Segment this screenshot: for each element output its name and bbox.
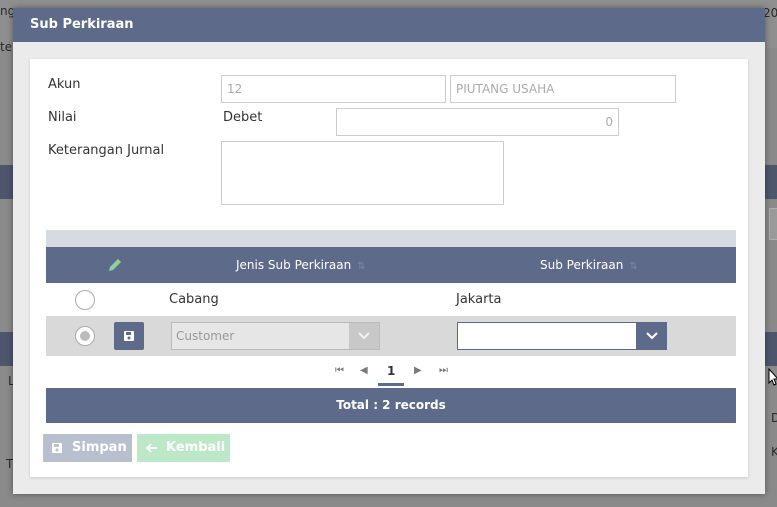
chevron-down-icon	[646, 332, 658, 340]
pencil-icon	[109, 259, 121, 271]
grid-header: Jenis Sub Perkiraan ⇅ Sub Perkiraan ⇅	[46, 247, 736, 283]
column-header-label: Sub Perkiraan	[540, 258, 624, 272]
sub-perkiraan-modal: Sub Perkiraan Akun 12 PIUTANG USAHA Nila…	[13, 8, 765, 494]
floppy-disk-icon	[124, 331, 134, 341]
kembali-button[interactable]: Kembali	[137, 434, 230, 462]
akun-name-field[interactable]: PIUTANG USAHA	[450, 75, 676, 103]
dropdown-toggle[interactable]	[349, 323, 379, 349]
page-number[interactable]: 1	[387, 364, 395, 378]
cell-jenis-sub-perkiraan: Cabang	[169, 292, 219, 307]
grid-total: Total : 2 records	[46, 388, 736, 423]
row-select-radio[interactable]	[75, 326, 95, 346]
nilai-type-label: Debet	[223, 110, 263, 125]
row-select-radio[interactable]	[75, 290, 95, 310]
column-header-jenis-sub-perkiraan[interactable]: Jenis Sub Perkiraan ⇅	[236, 247, 366, 285]
sub-perkiraan-dropdown-toggle[interactable]	[637, 322, 667, 350]
table-row-editing[interactable]: Customer	[46, 316, 736, 356]
current-page-indicator	[378, 383, 404, 386]
next-page-icon[interactable]: ▶	[414, 365, 422, 376]
cell-sub-perkiraan: Jakarta	[456, 292, 502, 307]
table-row[interactable]: Cabang Jakarta	[46, 285, 736, 315]
kembali-label: Kembali	[166, 440, 226, 455]
sort-icon: ⇅	[357, 261, 366, 272]
prev-page-icon[interactable]: ◀	[360, 365, 368, 376]
background-fragment: D	[771, 411, 777, 425]
save-row-button[interactable]	[114, 322, 144, 350]
arrow-left-icon	[146, 443, 157, 453]
keterangan-jurnal-textarea[interactable]	[221, 141, 504, 205]
nilai-label: Nilai	[48, 110, 77, 125]
akun-label: Akun	[48, 77, 81, 92]
simpan-label: Simpan	[72, 440, 127, 455]
keterangan-jurnal-label: Keterangan Jurnal	[48, 143, 165, 158]
pager: ⏮ ◀ 1 ▶ ⏭	[46, 359, 736, 387]
akun-code-field[interactable]: 12	[221, 75, 446, 103]
simpan-button[interactable]: Simpan	[43, 434, 132, 462]
sub-perkiraan-dropdown[interactable]	[457, 322, 637, 350]
nilai-value-field[interactable]: 0	[336, 108, 619, 136]
modal-title: Sub Perkiraan	[13, 8, 765, 42]
column-header-label: Jenis Sub Perkiraan	[236, 258, 352, 272]
background-fragment: K	[771, 445, 777, 459]
floppy-disk-icon	[52, 443, 62, 453]
grid-toolbar	[46, 230, 736, 247]
chevron-down-icon	[358, 332, 370, 340]
jenis-sub-perkiraan-value: Customer	[176, 329, 235, 343]
first-page-icon[interactable]: ⏮	[335, 365, 344, 376]
last-page-icon[interactable]: ⏭	[439, 365, 448, 376]
modal-body: Akun 12 PIUTANG USAHA Nilai Debet 0 Kete…	[30, 59, 748, 477]
background-fragment: 20	[763, 6, 777, 20]
column-header-sub-perkiraan[interactable]: Sub Perkiraan ⇅	[540, 247, 638, 285]
background-input	[769, 208, 777, 240]
jenis-sub-perkiraan-dropdown[interactable]: Customer	[171, 322, 380, 350]
sort-icon: ⇅	[629, 261, 638, 272]
mouse-cursor-icon	[768, 368, 777, 386]
